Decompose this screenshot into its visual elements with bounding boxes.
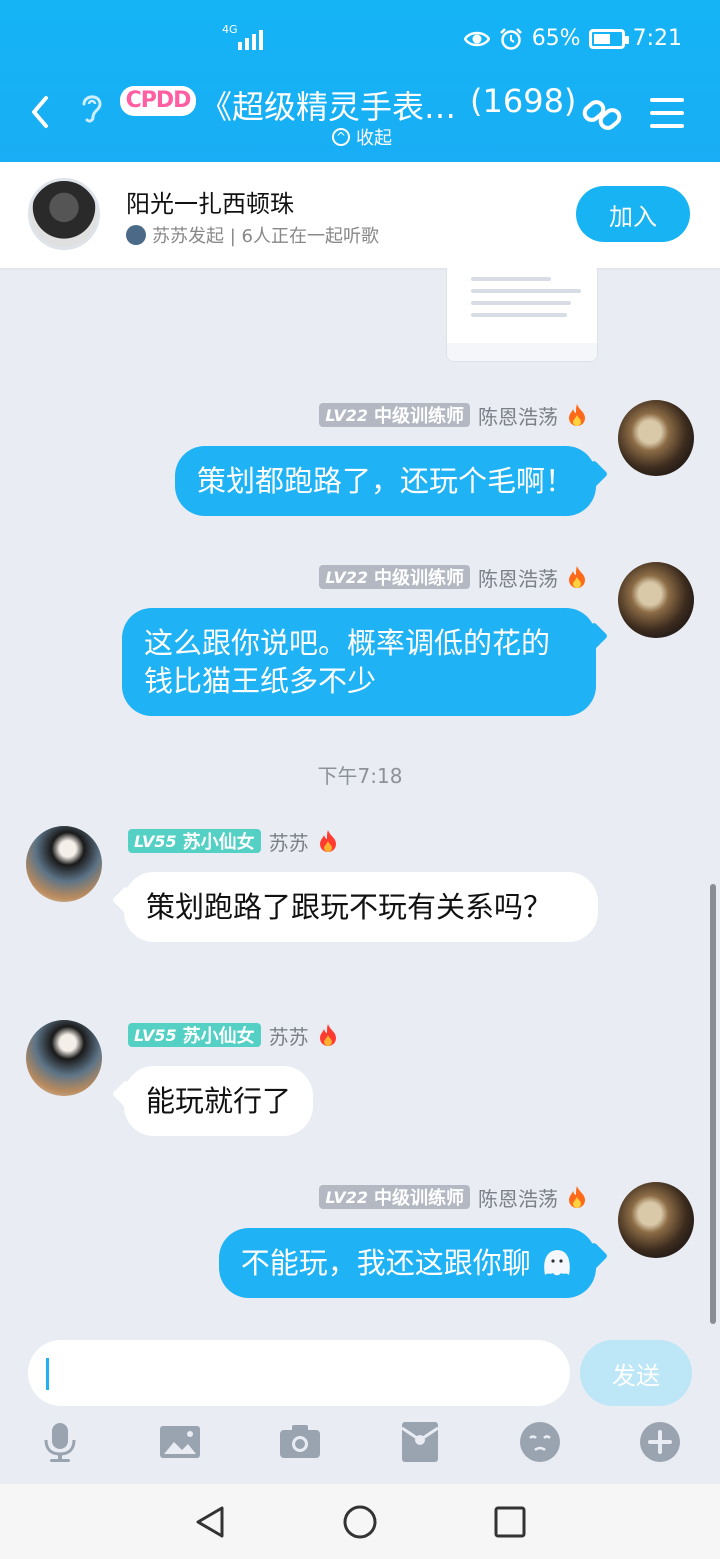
- avatar[interactable]: [26, 1020, 102, 1096]
- collapse-label: 收起: [356, 128, 392, 149]
- message-bubble[interactable]: 这么跟你说吧。概率调低的花的钱比猫王纸多不少: [122, 608, 596, 716]
- message-bubble[interactable]: 不能玩，我还这跟你聊: [218, 1228, 596, 1298]
- back-triangle-icon[interactable]: [190, 1502, 230, 1542]
- image-message-thumbnail[interactable]: [446, 268, 598, 362]
- link-icon[interactable]: [580, 92, 626, 138]
- listening-subtitle: 苏苏发起 | 6人正在一起听歌: [152, 226, 379, 247]
- network-type: 4G: [222, 23, 238, 36]
- sender-meta: LV22 中级训练师 陈恩浩荡: [319, 402, 588, 429]
- sender-meta: LV22 中级训练师 陈恩浩荡: [319, 564, 588, 591]
- eye-comfort-icon: [463, 31, 490, 46]
- camera-icon[interactable]: [278, 1420, 322, 1464]
- recents-square-icon[interactable]: [490, 1502, 530, 1542]
- cpdd-logo: CPDD: [120, 86, 196, 116]
- message-bubble[interactable]: 策划跑路了跟玩不玩有关系吗？: [124, 872, 598, 942]
- join-button[interactable]: 加入: [576, 186, 690, 242]
- battery-percent: 65%: [531, 26, 581, 51]
- back-icon[interactable]: [26, 92, 56, 132]
- sender-name: 苏苏: [268, 830, 309, 855]
- chevron-up-icon: ^: [332, 128, 350, 146]
- status-bar: 4G 65% 7:21: [0, 22, 720, 58]
- avatar[interactable]: [618, 1182, 694, 1258]
- message-input[interactable]: [28, 1340, 570, 1406]
- listening-info: 苏苏发起 | 6人正在一起听歌: [126, 222, 379, 248]
- input-bar: 发送: [0, 1328, 720, 1484]
- plus-icon[interactable]: [638, 1420, 682, 1464]
- send-button[interactable]: 发送: [580, 1340, 692, 1406]
- message-list[interactable]: LV22 中级训练师 陈恩浩荡 策划都跑路了，还玩个毛啊！ LV22 中级训练师 陈…: [0, 268, 720, 1328]
- fire-icon: [569, 404, 585, 426]
- avatar[interactable]: [618, 400, 694, 476]
- sender-meta: LV55 苏小仙女 苏苏: [128, 1022, 339, 1049]
- text-caret: [46, 1358, 49, 1390]
- song-title: 阳光一扎西顿珠: [126, 190, 294, 218]
- level-badge: LV22 中级训练师: [319, 1185, 470, 1209]
- level-badge: LV22 中级训练师: [319, 403, 470, 427]
- member-count: (1698): [470, 82, 577, 120]
- input-toolbar: [0, 1420, 720, 1472]
- avatar[interactable]: [618, 562, 694, 638]
- collapse-toggle[interactable]: ^ 收起: [332, 124, 392, 150]
- sender-name: 苏苏: [268, 1024, 309, 1049]
- sender-meta: LV22 中级训练师 陈恩浩荡: [319, 1184, 588, 1211]
- home-circle-icon[interactable]: [340, 1502, 380, 1542]
- level-badge: LV55 苏小仙女: [128, 1023, 261, 1047]
- alarm-icon: [499, 27, 522, 50]
- menu-icon[interactable]: [650, 98, 684, 128]
- signal-icon: [238, 28, 263, 50]
- message-bubble[interactable]: 能玩就行了: [124, 1066, 314, 1136]
- image-icon[interactable]: [158, 1420, 202, 1464]
- timestamp: 下午7:18: [317, 764, 403, 788]
- system-navigation-bar: [0, 1484, 720, 1559]
- fire-icon: [319, 1024, 336, 1046]
- ghost-emoji-icon: [544, 1250, 570, 1276]
- red-packet-icon[interactable]: [398, 1420, 442, 1464]
- fire-icon: [569, 1186, 585, 1208]
- emoji-icon[interactable]: [518, 1420, 562, 1464]
- message-text: 不能玩，我还这跟你聊: [240, 1246, 531, 1280]
- battery-icon: [588, 28, 629, 49]
- level-badge: LV55 苏小仙女: [128, 829, 261, 853]
- chat-header: 4G 65% 7:21 CPDD 《超级精灵手表… (1698) ^ 收起: [0, 0, 720, 162]
- scrollbar[interactable]: [710, 884, 716, 1324]
- clock: 7:21: [632, 26, 682, 51]
- ear-mode-icon[interactable]: [78, 88, 106, 128]
- message-bubble[interactable]: 策划都跑路了，还玩个毛啊！: [174, 446, 596, 516]
- listen-together-banner[interactable]: 阳光一扎西顿珠 苏苏发起 | 6人正在一起听歌 加入: [0, 162, 720, 268]
- level-badge: LV22 中级训练师: [319, 565, 470, 589]
- avatar[interactable]: [26, 826, 102, 902]
- sender-name: 陈恩浩荡: [478, 404, 558, 429]
- song-cover: [28, 178, 100, 250]
- initiator-avatar: [126, 225, 146, 245]
- sender-name: 陈恩浩荡: [478, 566, 558, 591]
- sender-meta: LV55 苏小仙女 苏苏: [128, 828, 339, 855]
- fire-icon: [319, 830, 336, 852]
- navbar: CPDD 《超级精灵手表… (1698) ^ 收起: [0, 70, 720, 150]
- group-title[interactable]: 《超级精灵手表…: [200, 82, 456, 128]
- sender-name: 陈恩浩荡: [478, 1186, 558, 1211]
- fire-icon: [569, 566, 585, 588]
- microphone-icon[interactable]: [38, 1420, 82, 1464]
